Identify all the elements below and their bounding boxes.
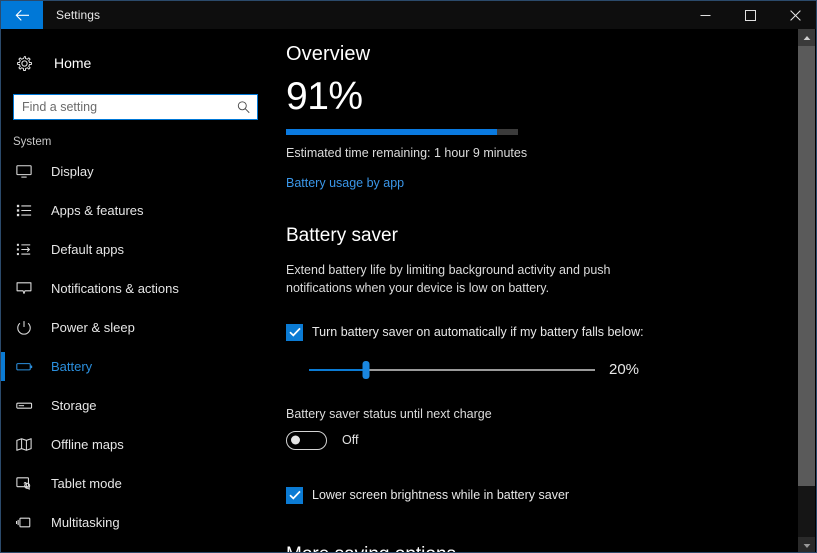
sidebar-label: Default apps [51,242,124,257]
sidebar-label: Offline maps [51,437,124,452]
search-input[interactable] [14,95,257,119]
sidebar-item-battery[interactable]: Battery [1,347,269,386]
lower-brightness-label: Lower screen brightness while in battery… [312,488,570,502]
title-bar: Settings [1,1,816,29]
auto-battery-saver-checkbox-row[interactable]: Turn battery saver on automatically if m… [286,323,800,341]
lower-brightness-checkbox-row[interactable]: Lower screen brightness while in battery… [286,486,800,504]
sidebar-label: Apps & features [51,203,144,218]
threshold-value-label: 20% [609,361,640,378]
monitor-icon [16,164,42,179]
sidebar-item-home[interactable]: Home [1,45,269,81]
toggle-state-label: Off [342,433,359,447]
scrollbar-thumb[interactable] [798,46,815,486]
sidebar: Home System Display [1,29,269,552]
sidebar-item-offline-maps[interactable]: Offline maps [1,425,269,464]
battery-saver-toggle-row: Off [286,430,800,450]
list-icon [16,203,42,218]
scroll-up-arrow-icon[interactable] [798,29,815,46]
sidebar-item-display[interactable]: Display [1,152,269,191]
sidebar-item-notifications-actions[interactable]: Notifications & actions [1,269,269,308]
sidebar-item-apps-features[interactable]: Apps & features [1,191,269,230]
scrollbar-track-lower[interactable] [798,486,815,537]
sidebar-label: Display [51,164,94,179]
battery-usage-by-app-link[interactable]: Battery usage by app [286,176,404,190]
map-icon [16,437,42,452]
estimated-time-label: Estimated time remaining: 1 hour 9 minut… [286,146,528,160]
sidebar-item-storage[interactable]: Storage [1,386,269,425]
window-title: Settings [56,8,101,22]
auto-battery-saver-label: Turn battery saver on automatically if m… [312,325,644,339]
close-button[interactable] [773,1,816,29]
maximize-button[interactable] [728,1,773,29]
sidebar-item-tablet-mode[interactable]: Tablet mode [1,464,269,503]
back-arrow-icon [15,9,30,22]
slider-track-fill [309,368,367,371]
auto-battery-saver-checkbox[interactable] [286,323,303,341]
battery-percent: 91% [286,75,363,118]
notification-icon [16,281,42,296]
battery-saver-status-label: Battery saver status until next charge [286,406,492,421]
gear-icon [16,55,44,72]
scroll-down-arrow-icon[interactable] [798,537,815,552]
sidebar-label: Tablet mode [51,476,122,491]
battery-progress-bar [286,129,518,135]
battery-saver-heading: Battery saver [286,225,398,246]
more-saving-options-heading: More saving options [286,544,800,553]
multitasking-icon [16,515,42,530]
battery-icon [16,359,42,374]
window-controls [683,1,816,29]
minimize-button[interactable] [683,1,728,29]
sidebar-label: Battery [51,359,93,374]
page-title: Overview [286,43,371,65]
slider-thumb[interactable] [362,360,370,379]
threshold-slider-row: 20% [286,360,800,380]
main-content: Overview 91% Estimated time remaining: 1… [269,29,800,553]
battery-saver-toggle[interactable] [286,430,327,450]
default-apps-icon [16,242,42,257]
lower-brightness-checkbox[interactable] [286,486,303,504]
battery-saver-description: Extend battery life by limiting backgrou… [286,263,611,295]
power-icon [16,320,42,335]
search-box[interactable] [13,94,258,120]
sidebar-label: Power & sleep [51,320,135,335]
sidebar-item-default-apps[interactable]: Default apps [1,230,269,269]
sidebar-item-power-sleep[interactable]: Power & sleep [1,308,269,347]
battery-threshold-slider[interactable] [309,360,595,380]
main-scrollbar[interactable] [798,29,815,552]
battery-progress-fill [286,129,498,135]
sidebar-label: Multitasking [51,515,120,530]
sidebar-label: Notifications & actions [51,281,179,296]
sidebar-label: Storage [51,398,97,413]
settings-window: Settings Home Find a setting System Disp… [0,0,817,553]
search-icon[interactable] [237,101,250,114]
storage-icon [16,398,42,413]
toggle-knob [291,435,300,445]
tablet-icon [16,476,42,491]
sidebar-home-label: Home [54,55,92,71]
sidebar-group-label: System [13,136,52,148]
sidebar-item-multitasking[interactable]: Multitasking [1,503,269,542]
back-button[interactable] [1,1,43,29]
